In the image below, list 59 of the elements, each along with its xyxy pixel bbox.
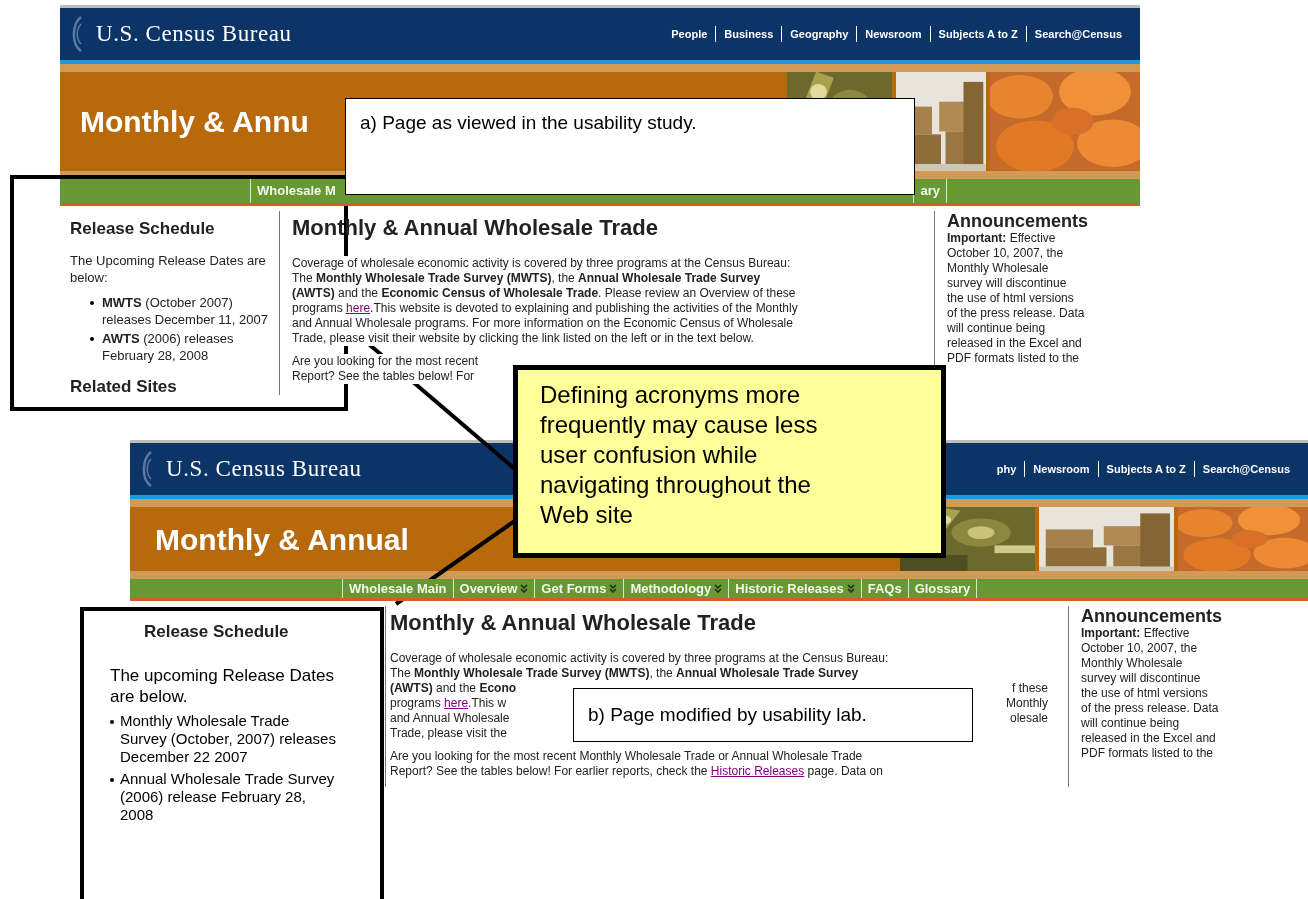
sidebar-heading: Release Schedule — [144, 621, 290, 643]
paragraph-line: f these — [1011, 681, 1048, 696]
header-link[interactable]: Search@Census — [1026, 25, 1130, 43]
paragraph-line: Monthly — [1005, 696, 1048, 711]
header-link[interactable]: phy — [988, 460, 1026, 478]
page-heading: Monthly & Annual Wholesale Trade — [390, 609, 757, 637]
announcement-line: Important: Effective — [1081, 626, 1191, 641]
callout-text: Defining acronyms more frequently may cause less user confusion while navigating throughout the Web site — [540, 380, 819, 530]
banner-title: Monthly & Annu — [80, 104, 309, 140]
header-link[interactable]: People — [663, 25, 717, 43]
announcement-line: released in the Excel and — [1081, 731, 1217, 746]
release-item: Annual Wholesale Trade Survey (2006) release February 28, 2008 — [120, 769, 336, 824]
site-title: U.S. Census Bureau — [96, 19, 292, 48]
release-item: Monthly Wholesale Trade Survey (October, 2007) releases December 22 2007 — [120, 711, 337, 766]
text-link[interactable]: here — [444, 696, 469, 710]
release-item: MWTS (October 2007) releases December 11, 2007 — [102, 293, 269, 328]
header-link[interactable]: Search@Census — [1194, 460, 1298, 478]
bullet-icon — [90, 300, 94, 305]
text-link[interactable]: Historic Releases — [710, 764, 805, 778]
announcement-line: of the press release. Data — [947, 306, 1086, 321]
header-link[interactable]: Subjects A to Z — [930, 25, 1027, 43]
bullet-icon — [110, 719, 114, 724]
announcement-line: October 10, 2007, the — [1081, 641, 1199, 656]
announcement-line: Monthly Wholesale — [1081, 656, 1184, 671]
header-link[interactable]: Business — [716, 25, 783, 43]
announcement-line: released in the Excel and — [947, 336, 1083, 351]
announcement-line: October 10, 2007, the — [947, 246, 1065, 261]
announcement-line: of the press release. Data — [1081, 701, 1220, 716]
announcements-heading: Announcements — [1081, 606, 1223, 626]
sidebar-heading: Release Schedule — [70, 218, 216, 240]
header-link[interactable]: Newsroom — [857, 25, 931, 43]
announcement-line: PDF formats listed to the — [1081, 746, 1215, 761]
announcement-line: will continue being — [1081, 716, 1181, 731]
bullet-icon — [90, 336, 94, 341]
announcement-line: Monthly Wholesale — [947, 261, 1050, 276]
site-title: U.S. Census Bureau — [166, 454, 362, 483]
announcements-heading: Announcements — [947, 211, 1089, 231]
sidebar-heading: Related Sites — [70, 375, 178, 395]
announcement-line: Important: Effective — [947, 231, 1057, 246]
caption-text: b) Page modified by usability lab. — [588, 704, 867, 725]
bullet-icon — [110, 777, 114, 782]
header-link[interactable]: Subjects A to Z — [1098, 460, 1195, 478]
seal-icon — [70, 16, 82, 52]
sidebar-text: The Upcoming Release Dates are below: — [70, 251, 267, 286]
announcement-line: will continue being — [947, 321, 1047, 336]
announcement-line: PDF formats listed to the — [947, 351, 1081, 366]
banner-title: Monthly & Annual — [155, 521, 409, 558]
announcement-line: survey will discontinue — [947, 276, 1068, 291]
header-link[interactable]: Newsroom — [1025, 460, 1099, 478]
paragraph-line: olesale — [1009, 711, 1048, 726]
caption-text: a) Page as viewed in the usability study. — [360, 112, 697, 133]
sidebar-text: The upcoming Release Dates are below. — [110, 664, 335, 707]
announcement-line: the use of html versions — [947, 291, 1075, 306]
header-link[interactable]: Geography — [782, 25, 858, 43]
announcement-line: survey will discontinue — [1081, 671, 1202, 686]
release-item: AWTS (2006) releases February 28, 2008 — [102, 329, 235, 364]
announcement-line: the use of html versions — [1081, 686, 1209, 701]
seal-icon — [140, 451, 152, 487]
text-link[interactable]: here — [346, 301, 371, 315]
